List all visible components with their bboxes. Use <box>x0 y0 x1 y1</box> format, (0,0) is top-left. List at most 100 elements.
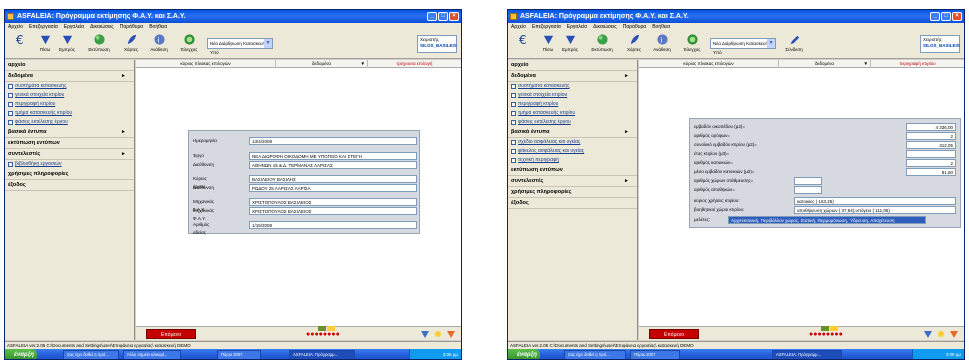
next-step-button[interactable]: Επόμενο <box>649 329 699 339</box>
plot-area-input[interactable]: 4 336,00 <box>906 123 956 131</box>
taskbar-item[interactable]: ASFALEIA: Πρόγραμμ... <box>289 350 355 359</box>
avg-residence-area-input[interactable]: 81,60 <box>906 168 956 176</box>
sidebar-item-building-systems[interactable]: συστήματα κατασκευής <box>508 82 637 91</box>
date-input[interactable]: 13/4/2008 <box>249 137 417 145</box>
sidebar-item-project-phases[interactable]: φάσεις εκτέλεσης έργου <box>508 118 637 127</box>
sidebar-item-construction-part[interactable]: τμήμα κατασκευής κτιρίου <box>508 109 637 118</box>
tab-data[interactable]: δεδομένα ▼ <box>779 60 871 68</box>
down-arrow-icon[interactable] <box>420 329 430 339</box>
maximize-icon[interactable]: □ <box>941 12 951 21</box>
tab-building-description[interactable]: περιγραφή κτιρίου <box>871 60 964 68</box>
building-volume-input[interactable] <box>906 150 956 158</box>
taskbar-item[interactable]: Σας έχει δοθεί η πρό... <box>564 350 626 359</box>
sidebar-section-exit[interactable]: έξοδος <box>508 198 637 209</box>
studies-input[interactable]: Αρχιτεκτονική, Περιβάλλον χώρος, Στατική… <box>728 216 926 224</box>
sidebar-section-data[interactable]: δεδομένα ► <box>508 71 637 82</box>
sun-icon[interactable] <box>433 329 443 339</box>
close-icon[interactable]: × <box>952 12 962 21</box>
main-uses-input[interactable]: κατοικίες ( 163,25) <box>794 197 956 205</box>
assign-button[interactable]: i Ανάθεση <box>145 33 173 57</box>
sidebar-item-project-phases[interactable]: φάσεις εκτέλεσης έργου <box>5 118 134 127</box>
check-button[interactable]: Έλεγχος <box>175 33 203 57</box>
sidebar-item-safety-file[interactable]: φάκελος ασφάλειας και υγείας <box>508 147 637 156</box>
taskbar-item[interactable]: Πόροι 2007 <box>630 350 680 359</box>
tab-data[interactable]: δεδομένα ▼ <box>276 60 368 68</box>
menu-tools[interactable]: Εργαλεία <box>567 23 587 31</box>
assign-button[interactable]: i Ανάθεση <box>648 33 676 57</box>
minimize-icon[interactable]: _ <box>427 12 437 21</box>
menu-edit[interactable]: Επεξεργασία <box>532 23 561 31</box>
next-button[interactable]: Εμπρός <box>556 33 584 57</box>
sidebar-section-print-forms[interactable]: εκτύπωση εντύπων <box>508 165 637 176</box>
menu-help[interactable]: Βοήθεια <box>149 23 167 31</box>
sidebar-item-building-description[interactable]: περιγραφή κτιρίου <box>508 100 637 109</box>
sidebar-item-technical-description[interactable]: τεχνική περιγραφή <box>508 156 637 165</box>
owner-input[interactable]: ΒΑΣΙΛΕΙΟΥ ΒΑΣΙΛΗΣ <box>249 175 417 183</box>
chevron-down-icon[interactable]: ▼ <box>767 39 775 48</box>
start-button[interactable]: έναρξη <box>5 349 37 359</box>
menu-windows[interactable]: Παράθυρα <box>120 23 144 31</box>
maps-button[interactable]: Χάρτες <box>117 33 145 57</box>
sidebar-item-construction-part[interactable]: τμήμα κατασκευής κτιρίου <box>5 109 134 118</box>
sun-icon[interactable] <box>936 329 946 339</box>
taskbar-item[interactable]: ASFALEIA: Πρόγραμμ... <box>772 350 842 359</box>
menu-file[interactable]: Αρχείο <box>511 23 526 31</box>
sidebar-section-basic-forms[interactable]: βασικά έντυπα ► <box>5 127 134 138</box>
sidebar-item-general-data[interactable]: γενικά στοιχεία κτιρίου <box>508 91 637 100</box>
taskbar-item[interactable]: Άλλο σημείο κλικαρί... <box>123 350 181 359</box>
sidebar-item-building-systems[interactable]: συστήματα κατασκευής <box>5 82 134 91</box>
menu-rights[interactable]: Δικαιώσεις <box>90 23 114 31</box>
menu-help[interactable]: Βοήθεια <box>652 23 670 31</box>
permit-number-input[interactable]: 1/15/2008 <box>249 221 417 229</box>
sidebar-section-print-forms[interactable]: εκτύπωση εντύπων <box>5 138 134 149</box>
tab-main-menu[interactable]: κύριος πίνακας επιλογών <box>136 60 276 68</box>
menu-rights[interactable]: Δικαιώσεις <box>593 23 617 31</box>
sidebar-item-general-data[interactable]: γενικά στοιχεία κτιρίου <box>5 91 134 100</box>
down-arrow-icon[interactable] <box>923 329 933 339</box>
chevron-down-icon[interactable]: ▼ <box>264 39 272 48</box>
residences-input[interactable]: 2 <box>906 159 956 167</box>
menu-edit[interactable]: Επεξεργασία <box>29 23 58 31</box>
structure-combo[interactable]: Νέα Διάρθρωση Κατασκευής Υπό ▼ <box>207 38 273 55</box>
down-arrow-icon[interactable] <box>446 329 456 339</box>
total-area-input[interactable]: 312,05 <box>906 141 956 149</box>
sidebar-section-coefficients[interactable]: συντελεστές ► <box>508 176 637 187</box>
start-button[interactable]: έναρξη <box>508 349 540 359</box>
sidebar-item-task-library[interactable]: βιβλιοθήκη εργασιών <box>5 160 134 169</box>
tab-current-selection[interactable]: τρέχουσα επιλογή <box>368 60 461 68</box>
connect-button[interactable]: Σύνδεση <box>780 33 808 57</box>
menu-file[interactable]: Αρχείο <box>8 23 23 31</box>
taskbar-item[interactable]: Πόροι 2007 <box>217 350 261 359</box>
storage-rooms-input[interactable] <box>794 186 822 194</box>
sidebar-section-exit[interactable]: έξοδος <box>5 180 134 191</box>
sidebar-item-safety-plan[interactable]: σχέδιο ασφάλειας και υγείας <box>508 138 637 147</box>
minimize-icon[interactable]: _ <box>930 12 940 21</box>
sidebar-section-coefficients[interactable]: συντελεστές ► <box>5 149 134 160</box>
menu-tools[interactable]: Εργαλεία <box>64 23 84 31</box>
print-button[interactable]: Εκτύπωση <box>85 33 113 57</box>
auxiliary-spaces-input[interactable]: αποθήκευση χώρων ( 37,64),υπόγειο ( 111,… <box>794 206 956 214</box>
close-icon[interactable]: × <box>449 12 459 21</box>
sidebar-section-file[interactable]: αρχείο <box>5 60 134 71</box>
maximize-icon[interactable]: □ <box>438 12 448 21</box>
project-input[interactable]: ΝΕΑ ΔΙΩΡΟΦΗ ΟΙΚΟΔΟΜΗ ΜΕ ΥΠΟΓΕΙΟ ΚΑΙ ΣΤΕΓ… <box>249 152 417 160</box>
menu-windows[interactable]: Παράθυρα <box>623 23 647 31</box>
address-input[interactable]: ΑΘΗΝΩΝ 15 & Δ. ΤΕΡΜΑΝΑΣ ΛΑΡΙΣΑΣ <box>249 161 417 169</box>
next-step-button[interactable]: Επόμενο <box>146 329 196 339</box>
owner-address-input[interactable]: ΡΩΔΟΥ 25 ΛΑΡΙΣΑΣ ΛΑΡΙΣΑ <box>249 184 417 192</box>
check-button[interactable]: Έλεγχος <box>678 33 706 57</box>
parking-spaces-input[interactable] <box>794 177 822 185</box>
engineer-say-input[interactable]: ΧΡΙΣΤΟΠΟΥΛΟΣ ΒΑΣΙΛΕΙΟΣ <box>249 198 417 206</box>
floors-input[interactable]: 2 <box>906 132 956 140</box>
down-arrow-icon[interactable] <box>949 329 959 339</box>
engineer-fay-input[interactable]: ΧΡΙΣΤΟΠΟΥΛΟΣ ΒΑΣΙΛΕΙΟΣ <box>249 207 417 215</box>
taskbar-item[interactable]: Σας έχει δοθεί η πρό... <box>63 350 119 359</box>
sidebar-item-building-description[interactable]: περιγραφή κτιρίου <box>5 100 134 109</box>
sidebar-section-data[interactable]: δεδομένα ► <box>5 71 134 82</box>
sidebar-section-file[interactable]: αρχείο <box>508 60 637 71</box>
structure-combo[interactable]: Νέα Διάρθρωση Κατασκευής Υπό ▼ <box>710 38 776 55</box>
tab-main-menu[interactable]: κύριος πίνακας επιλογών <box>639 60 779 68</box>
next-button[interactable]: Εμπρός <box>53 33 81 57</box>
sidebar-section-useful-info[interactable]: χρήσιμες πληροφορίες <box>508 187 637 198</box>
sidebar-section-useful-info[interactable]: χρήσιμες πληροφορίες <box>5 169 134 180</box>
